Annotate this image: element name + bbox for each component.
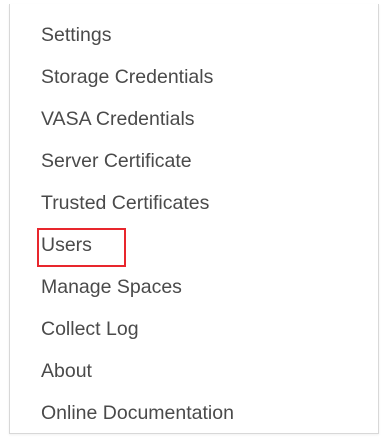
menu-item-about[interactable]: About: [41, 354, 92, 388]
menu-item-collect-log[interactable]: Collect Log: [41, 312, 139, 346]
dropdown-menu: Settings Storage Credentials VASA Creden…: [9, 4, 379, 434]
menu-item-vasa-credentials[interactable]: VASA Credentials: [41, 102, 195, 136]
menu-item-settings[interactable]: Settings: [41, 18, 111, 52]
menu-item-trusted-certificates[interactable]: Trusted Certificates: [41, 186, 209, 220]
menu-item-manage-spaces[interactable]: Manage Spaces: [41, 270, 182, 304]
menu-item-storage-credentials[interactable]: Storage Credentials: [41, 60, 213, 94]
menu-item-users[interactable]: Users: [41, 228, 92, 262]
menu-item-server-certificate[interactable]: Server Certificate: [41, 144, 192, 178]
menu-item-online-documentation[interactable]: Online Documentation: [41, 396, 234, 430]
